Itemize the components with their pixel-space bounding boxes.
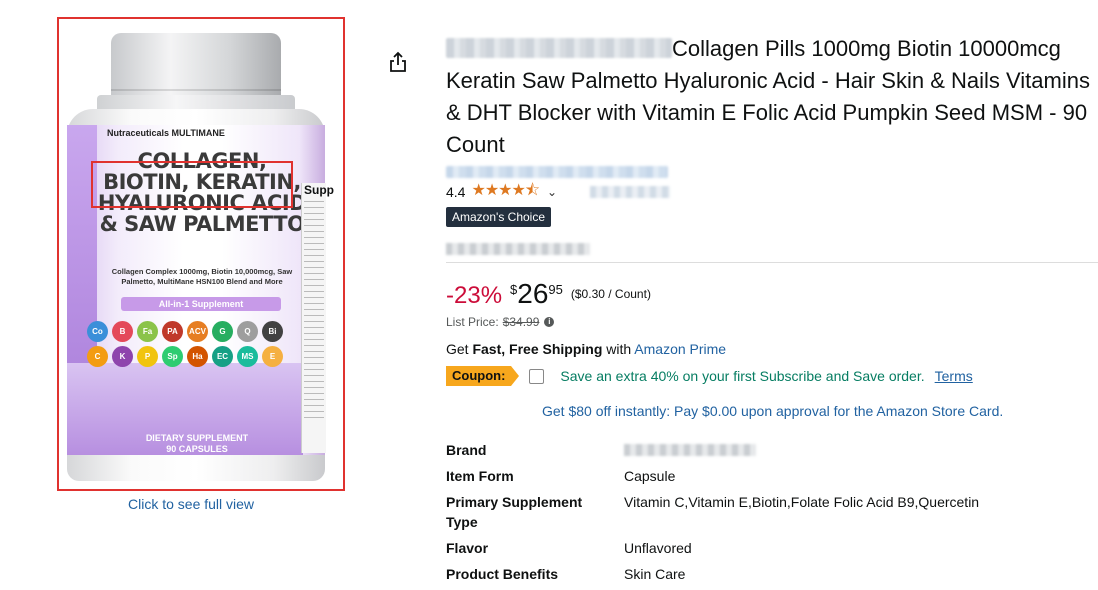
product-title: Collagen Pills 1000mg Biotin 10000mcg Ke… — [446, 36, 1090, 157]
amazon-prime-link[interactable]: Amazon Prime — [634, 341, 726, 357]
price: $ 26 95 — [510, 278, 563, 309]
supplement-bottle-image: Nutraceuticals MULTIMANE COLLAGEN, BIOTI… — [67, 33, 334, 483]
highlight-box — [91, 161, 293, 208]
list-price: List Price: $34.99 i — [446, 315, 555, 329]
coupon-tag: Coupon: — [446, 366, 520, 386]
spec-row-primary-supplement: Primary Supplement Type Vitamin C,Vitami… — [446, 494, 980, 530]
ingredient-badge: PA — [162, 321, 183, 342]
unit-price: ($0.30 / Count) — [570, 287, 651, 301]
ingredient-badge: EC — [212, 346, 233, 367]
shipping-info: Get Fast, Free Shipping with Amazon Prim… — [446, 341, 727, 357]
ingredient-badge: Bi — [262, 321, 283, 342]
coupon-checkbox[interactable] — [529, 368, 545, 384]
share-icon[interactable] — [388, 50, 408, 74]
bottle-brand: Nutraceuticals MULTIMANE — [107, 128, 225, 138]
rating-row[interactable]: 4.4 ★★★★⯪ ⌄ — [446, 182, 557, 201]
ingredient-badge: ACV — [187, 321, 208, 342]
product-image[interactable]: Nutraceuticals MULTIMANE COLLAGEN, BIOTI… — [57, 17, 345, 491]
coupon-row: Coupon: Save an extra 40% on your first … — [446, 366, 973, 386]
ingredient-badge: MS — [237, 346, 258, 367]
store-link-redacted[interactable] — [446, 166, 668, 178]
discount-percent: -23% — [446, 282, 503, 309]
ingredient-badge: P — [137, 346, 158, 367]
ingredient-badge: Q — [237, 321, 258, 342]
price-row: -23% $ 26 95 ($0.30 / Count) — [446, 278, 651, 310]
bottle-subtext: Collagen Complex 1000mg, Biotin 10,000mc… — [111, 267, 293, 286]
ingredient-badge: B — [112, 321, 133, 342]
brand-value-redacted — [624, 444, 756, 456]
bottle-all-in-1: All-in-1 Supplement — [121, 297, 281, 311]
click-full-view-link[interactable]: Click to see full view — [128, 496, 254, 512]
ingredient-badge: C — [87, 346, 108, 367]
spec-row-flavor: Flavor Unflavored — [446, 540, 692, 556]
brand-redacted — [446, 38, 672, 58]
ingredient-badge: G — [212, 321, 233, 342]
product-specs-table: Brand Item Form Capsule Primary Suppleme… — [446, 440, 1086, 590]
divider — [446, 262, 1098, 263]
ingredient-badge: Sp — [162, 346, 183, 367]
coupon-terms-link[interactable]: Terms — [935, 368, 973, 384]
star-rating-icon[interactable]: ★★★★⯪ — [471, 179, 540, 206]
amazons-choice-badge: Amazon's Choice — [446, 207, 551, 227]
spec-row-item-form: Item Form Capsule — [446, 468, 676, 484]
store-card-offer-link[interactable]: Get $80 off instantly: Pay $0.00 upon ap… — [542, 403, 1003, 419]
info-icon[interactable]: i — [544, 317, 555, 327]
ingredient-badges: Co B Fa PA ACV G Q Bi C K P Sp Ha EC MS E — [87, 321, 307, 367]
ingredient-badge: E — [262, 346, 283, 367]
rating-value: 4.4 — [446, 184, 466, 200]
bottle-cap — [111, 33, 281, 101]
ingredient-badge: Fa — [137, 321, 158, 342]
ingredient-badge: K — [112, 346, 133, 367]
coupon-text: Save an extra 40% on your first Subscrib… — [560, 368, 925, 384]
ingredient-badge: Co — [87, 321, 108, 342]
chevron-down-icon[interactable]: ⌄ — [547, 185, 557, 199]
spec-row-brand: Brand — [446, 440, 1086, 466]
spec-row-product-benefits: Product Benefits Skin Care — [446, 566, 686, 582]
supplement-facts-panel: Supp — [301, 183, 334, 453]
ratings-count-redacted[interactable] — [590, 186, 670, 198]
bought-count-redacted — [446, 243, 590, 255]
ingredient-badge: Ha — [187, 346, 208, 367]
bottle-dietary: DIETARY SUPPLEMENT 90 CAPSULES — [145, 433, 249, 454]
